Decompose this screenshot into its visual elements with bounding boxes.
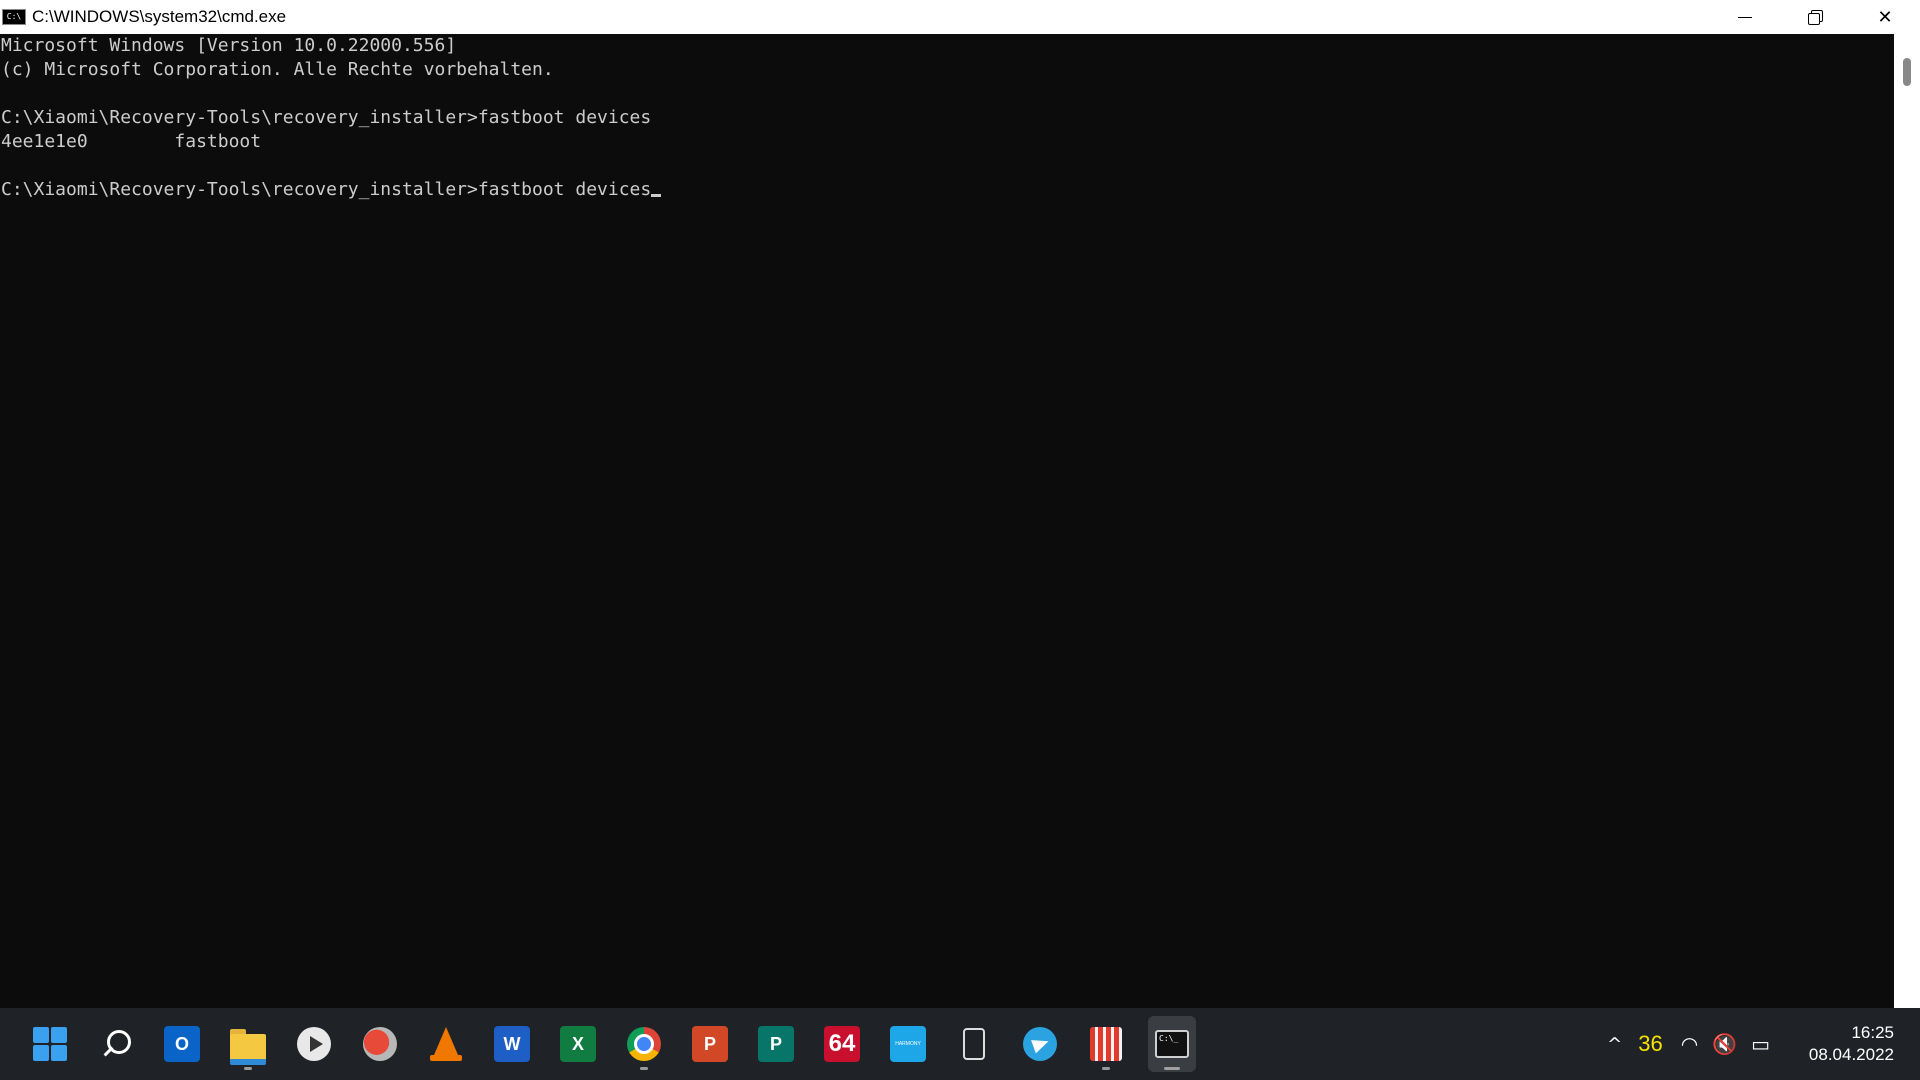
outlook-icon: O bbox=[164, 1026, 200, 1062]
harmony-button[interactable]: HARMONY bbox=[884, 1016, 932, 1072]
title-bar[interactable]: C:\ C:\WINDOWS\system32\cmd.exe ✕ bbox=[0, 0, 1920, 34]
taskbar: O W X P P 64 HARMONY C:\_ ^ 36 ◠ 🔇 ▭ 16:… bbox=[0, 1008, 1920, 1080]
scrollbar-thumb[interactable] bbox=[1903, 58, 1911, 86]
restore-button[interactable] bbox=[1780, 0, 1850, 34]
console-line: (c) Microsoft Corporation. Alle Rechte v… bbox=[1, 59, 554, 80]
ccleaner-icon bbox=[363, 1027, 397, 1061]
vlc-button[interactable] bbox=[422, 1016, 470, 1072]
aida64-button[interactable]: 64 bbox=[818, 1016, 866, 1072]
window-controls: ✕ bbox=[1710, 0, 1920, 34]
media-player-button[interactable] bbox=[290, 1016, 338, 1072]
temperature-indicator[interactable]: 36 bbox=[1638, 1031, 1662, 1057]
word-icon: W bbox=[494, 1026, 530, 1062]
vlc-cone-icon bbox=[430, 1027, 462, 1061]
microphone-icon bbox=[1090, 1027, 1122, 1061]
current-command: C:\Xiaomi\Recovery-Tools\recovery_instal… bbox=[1, 179, 652, 200]
search-button[interactable] bbox=[92, 1016, 140, 1072]
audio-app-button[interactable] bbox=[1082, 1016, 1130, 1072]
word-button[interactable]: W bbox=[488, 1016, 536, 1072]
excel-button[interactable]: X bbox=[554, 1016, 602, 1072]
taskbar-apps: O W X P P 64 HARMONY C:\_ bbox=[26, 1008, 1196, 1080]
battery-charging-icon[interactable]: ▭ bbox=[1751, 1032, 1770, 1056]
console-input-line[interactable]: C:\Xiaomi\Recovery-Tools\recovery_instal… bbox=[1, 178, 1894, 202]
powerpoint-button[interactable]: P bbox=[686, 1016, 734, 1072]
text-cursor bbox=[651, 194, 662, 197]
clock[interactable]: 16:25 08.04.2022 bbox=[1784, 1022, 1894, 1066]
search-icon bbox=[100, 1028, 132, 1060]
harmony-icon: HARMONY bbox=[890, 1026, 926, 1062]
cmd-app-icon[interactable]: C:\ bbox=[2, 9, 26, 25]
file-explorer-button[interactable] bbox=[224, 1016, 272, 1072]
outlook-button[interactable]: O bbox=[158, 1016, 206, 1072]
telegram-button[interactable] bbox=[1016, 1016, 1064, 1072]
publisher-icon: P bbox=[758, 1026, 794, 1062]
console-line: C:\Xiaomi\Recovery-Tools\recovery_instal… bbox=[1, 107, 652, 128]
console-line: 4ee1e1e0 fastboot bbox=[1, 131, 262, 152]
minimize-button[interactable] bbox=[1710, 0, 1780, 34]
close-button[interactable]: ✕ bbox=[1850, 0, 1920, 34]
wifi-icon[interactable]: ◠ bbox=[1681, 1032, 1698, 1056]
folder-icon bbox=[230, 1029, 266, 1065]
window-title: C:\WINDOWS\system32\cmd.exe bbox=[32, 7, 287, 26]
publisher-button[interactable]: P bbox=[752, 1016, 800, 1072]
console-output[interactable]: Microsoft Windows [Version 10.0.22000.55… bbox=[0, 34, 1894, 1008]
volume-muted-icon[interactable]: 🔇 bbox=[1712, 1032, 1737, 1056]
minimize-icon bbox=[1738, 16, 1752, 18]
powerpoint-icon: P bbox=[692, 1026, 728, 1062]
terminal-button[interactable]: C:\_ bbox=[1148, 1016, 1196, 1072]
telegram-icon bbox=[1023, 1027, 1057, 1061]
clock-date: 08.04.2022 bbox=[1808, 1045, 1894, 1064]
start-button[interactable] bbox=[26, 1016, 74, 1072]
ccleaner-button[interactable] bbox=[356, 1016, 404, 1072]
phone-icon bbox=[963, 1028, 985, 1060]
windows-logo-icon bbox=[33, 1027, 67, 1061]
chrome-icon bbox=[627, 1027, 661, 1061]
vertical-scrollbar[interactable] bbox=[1894, 34, 1920, 1008]
terminal-icon: C:\_ bbox=[1155, 1030, 1189, 1058]
phone-link-button[interactable] bbox=[950, 1016, 998, 1072]
play-icon bbox=[297, 1027, 331, 1061]
aida64-icon: 64 bbox=[824, 1026, 860, 1062]
close-icon: ✕ bbox=[1877, 6, 1893, 28]
chrome-button[interactable] bbox=[620, 1016, 668, 1072]
console-line: Microsoft Windows [Version 10.0.22000.55… bbox=[1, 35, 457, 56]
clock-time: 16:25 bbox=[1851, 1023, 1894, 1042]
show-hidden-icons-button[interactable]: ^ bbox=[1607, 1034, 1622, 1055]
restore-icon bbox=[1808, 10, 1823, 25]
excel-icon: X bbox=[560, 1026, 596, 1062]
system-tray: ^ 36 ◠ 🔇 ▭ 16:25 08.04.2022 bbox=[1607, 1008, 1920, 1080]
